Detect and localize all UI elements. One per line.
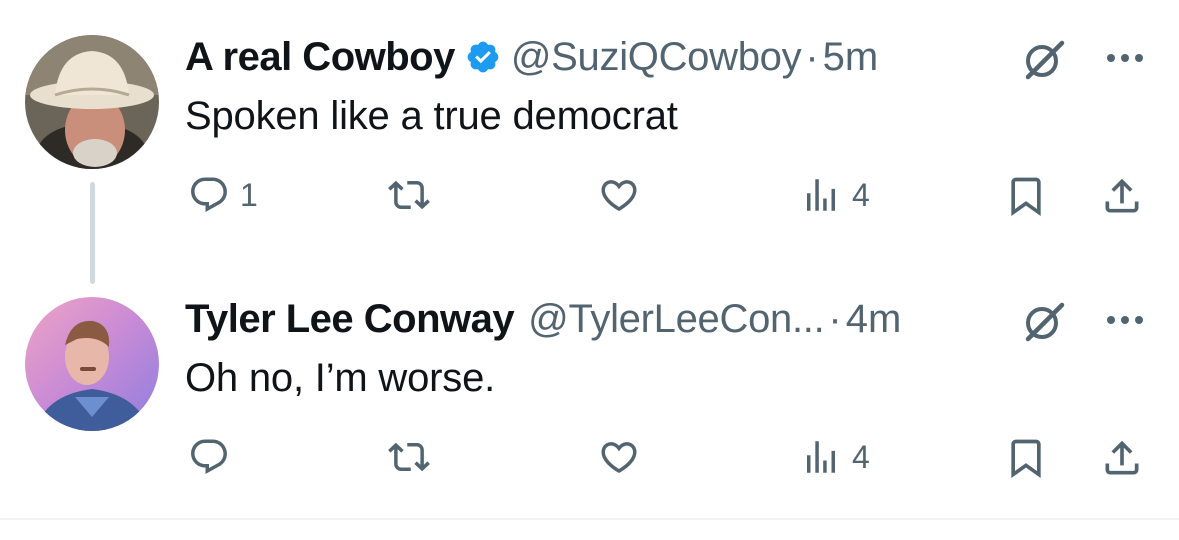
views-count: 4 [852,176,870,213]
retweet-button[interactable] [386,174,432,216]
avatar[interactable] [25,35,159,169]
bookmark-icon [1011,177,1041,217]
share-icon [1105,440,1139,475]
thread-connector-line [90,182,95,284]
reply-icon [191,177,227,212]
views-button[interactable]: 4 [800,174,870,216]
bookmark-button[interactable] [1004,436,1048,480]
display-name[interactable]: Tyler Lee Conway [185,297,515,342]
separator-dot: · [828,296,842,341]
like-icon [601,442,637,474]
reply-count: 1 [240,176,258,213]
views-count: 4 [852,438,870,475]
more-icon[interactable] [1103,48,1151,68]
more-icon[interactable] [1103,310,1151,330]
reply-button[interactable] [188,436,240,478]
share-icon [1105,178,1139,213]
grok-icon[interactable] [1018,297,1066,345]
tweet-text: Spoken like a true democrat [185,94,678,138]
handle[interactable]: @SuziQCowboy [511,35,802,80]
retweet-icon [388,442,430,472]
reply-icon [191,439,227,474]
like-button[interactable] [597,174,641,216]
views-icon [807,179,835,211]
tweet-header: A real Cowboy @SuziQCowboy · 5m [185,32,878,82]
grok-icon[interactable] [1018,35,1066,83]
timestamp[interactable]: 5m [823,35,879,80]
share-button[interactable] [1100,436,1144,480]
bookmark-icon [1011,439,1041,479]
tweet-text: Oh no, I’m worse. [185,356,496,400]
bookmark-button[interactable] [1004,174,1048,218]
retweet-icon [388,180,430,210]
views-button[interactable]: 4 [800,436,870,478]
separator-dot: · [805,34,819,79]
views-icon [807,441,835,473]
like-button[interactable] [597,436,641,478]
share-button[interactable] [1100,174,1144,218]
tweet-header: Tyler Lee Conway @TylerLeeCon... · 4m [185,294,901,344]
bottom-divider [0,518,1179,520]
handle[interactable]: @TylerLeeCon... [528,297,825,342]
verified-badge-icon [465,39,501,75]
retweet-button[interactable] [386,436,432,478]
reply-button[interactable]: 1 [188,174,258,216]
display-name[interactable]: A real Cowboy [185,35,455,80]
like-icon [601,180,637,212]
timestamp[interactable]: 4m [846,297,902,342]
avatar[interactable] [25,297,159,431]
